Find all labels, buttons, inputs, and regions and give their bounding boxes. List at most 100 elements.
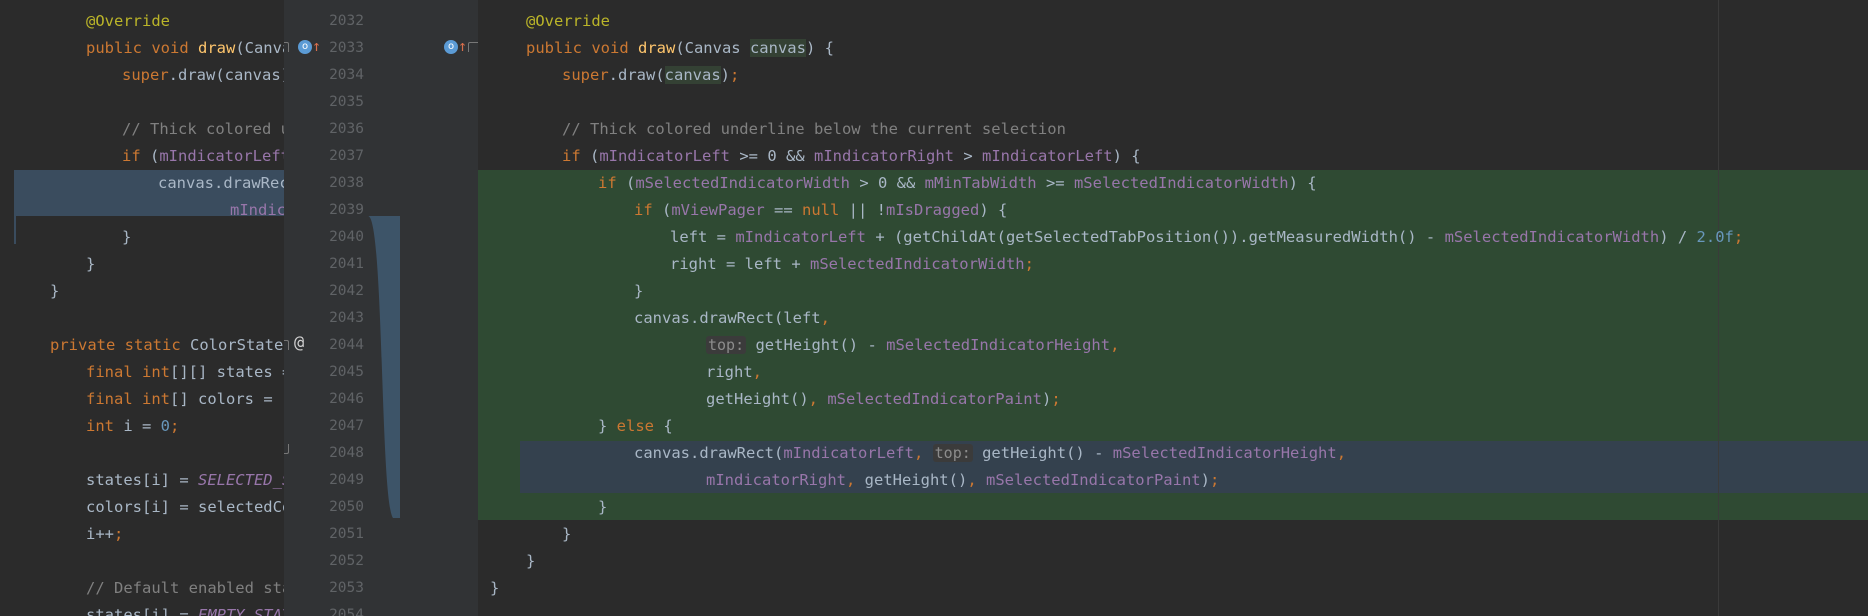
code-line[interactable]: // Thick colored underline below the cur… xyxy=(562,116,1066,143)
code-token: right xyxy=(706,363,753,381)
code-line[interactable]: } xyxy=(526,548,535,575)
code-line[interactable]: } xyxy=(562,521,571,548)
code-line[interactable]: canvas.drawRect( xyxy=(158,170,284,197)
code-token: ( xyxy=(662,201,672,219)
code-line[interactable]: right, xyxy=(706,359,762,386)
code-line[interactable]: if (mIndicatorLeft >= 0 && mIndicatorRig… xyxy=(562,143,1141,170)
code-token: canvas xyxy=(749,39,806,57)
code-token: ) { xyxy=(1112,147,1141,165)
code-line[interactable]: super.draw(canvas); xyxy=(562,62,739,89)
code-line[interactable]: } xyxy=(50,278,59,305)
code-line[interactable]: } xyxy=(598,494,607,521)
code-line[interactable]: int i = 0; xyxy=(86,413,179,440)
line-number: 2042 xyxy=(329,283,364,299)
code-line[interactable]: if (mViewPager == null || !mIsDragged) { xyxy=(634,197,1007,224)
code-token: || ! xyxy=(839,201,886,219)
code-token: mSelectedIndicatorPaint xyxy=(985,471,1201,489)
code-token: mIndicatorLeft xyxy=(599,147,730,165)
code-token: null xyxy=(802,201,840,219)
override-method-icon[interactable]: o xyxy=(444,40,458,54)
code-token: states[i] = xyxy=(86,471,198,489)
implemented-annotation-icon[interactable]: @ xyxy=(294,333,304,353)
code-token: , xyxy=(845,471,865,489)
code-token: EMPTY_STATE_SET xyxy=(197,606,284,616)
code-token: mIndicatorRight xyxy=(230,201,284,219)
code-token: } xyxy=(562,525,572,543)
code-line[interactable]: public void draw(Canvas canvas) { xyxy=(526,35,834,62)
code-token: if xyxy=(562,147,590,165)
code-line[interactable]: colors[i] = selectedColor; xyxy=(86,494,284,521)
code-line[interactable]: getHeight(), mSelectedIndicatorPaint); xyxy=(706,386,1061,413)
code-line[interactable]: public void draw(Canvas canvas) { xyxy=(86,35,284,62)
code-token: , xyxy=(820,309,830,327)
right-editor-pane[interactable]: @Override public void draw(Canvas canvas)… xyxy=(478,0,1868,616)
code-token: canvas xyxy=(664,66,721,84)
code-token: >= 0 && xyxy=(730,147,814,165)
code-token: mSelectedIndicatorHeight xyxy=(1112,444,1337,462)
code-token: SELECTED_STATE_SET xyxy=(197,471,284,489)
code-token: left = xyxy=(670,228,736,246)
code-line[interactable]: } xyxy=(490,575,499,602)
code-line[interactable]: canvas.drawRect(mIndicatorLeft, top: get… xyxy=(634,440,1346,467)
code-line[interactable]: i++; xyxy=(86,521,123,548)
code-token: mSelectedIndicatorHeight xyxy=(886,336,1111,354)
code-token: ; xyxy=(114,525,124,543)
code-line[interactable]: private static ColorStateList createColo… xyxy=(50,332,284,359)
code-line[interactable]: final int[][] states = xyxy=(86,359,284,386)
code-token: ; xyxy=(730,66,740,84)
code-token: (Canvas xyxy=(675,39,750,57)
code-token: else xyxy=(616,417,654,435)
code-token: // Default enabled state xyxy=(86,579,284,597)
code-line[interactable]: } xyxy=(86,251,95,278)
code-line[interactable]: right = left + mSelectedIndicatorWidth; xyxy=(670,251,1034,278)
code-token: mSelectedIndicatorPaint xyxy=(827,390,1042,408)
code-token: , xyxy=(1336,444,1347,462)
code-line[interactable]: super.draw(canvas); xyxy=(122,62,284,89)
code-line[interactable]: canvas.drawRect(left, xyxy=(634,305,830,332)
line-number: 2034 xyxy=(329,67,364,83)
code-line[interactable]: top: getHeight() - mSelectedIndicatorHei… xyxy=(706,332,1119,359)
code-line[interactable]: } xyxy=(122,224,131,251)
left-editor-pane[interactable]: @Override public void draw(Canvas canvas)… xyxy=(0,0,284,616)
code-token: if xyxy=(634,201,662,219)
code-token: ColorStateList createColorStateList() xyxy=(189,336,284,354)
fold-marker-icon[interactable] xyxy=(284,340,289,350)
code-token: right = left + xyxy=(670,255,810,273)
line-number: 2047 xyxy=(329,418,364,434)
code-token: i++ xyxy=(86,525,114,543)
code-line[interactable]: mIndicatorRight xyxy=(230,197,284,224)
code-token: , xyxy=(1110,336,1120,354)
fold-end-marker-icon[interactable] xyxy=(284,444,289,454)
code-token: mSelectedIndicatorWidth xyxy=(809,255,1025,273)
line-number: 2046 xyxy=(329,391,364,407)
code-token: ; xyxy=(1733,228,1744,246)
code-line[interactable]: states[i] = SELECTED_STATE_SET xyxy=(86,467,284,494)
code-line[interactable]: final int[] colors = xyxy=(86,386,282,413)
code-line[interactable]: left = mIndicatorLeft + (getChildAt(getS… xyxy=(670,224,1743,251)
code-line[interactable]: if (mSelectedIndicatorWidth > 0 && mMinT… xyxy=(598,170,1317,197)
code-token: mIndicatorLeft xyxy=(783,444,914,462)
code-line[interactable]: if (mIndicatorLeft >= 0 && ... xyxy=(122,143,284,170)
code-line[interactable]: states[i] = EMPTY_STATE_SET xyxy=(86,602,284,616)
code-token: 2.0f xyxy=(1696,228,1734,246)
code-token: } xyxy=(526,552,536,570)
code-token: getHeight() xyxy=(706,390,809,408)
line-number: 2038 xyxy=(329,175,364,191)
code-token: canvas.drawRect( xyxy=(158,174,284,192)
code-line[interactable]: @Override xyxy=(526,8,610,35)
code-line[interactable]: } xyxy=(634,278,643,305)
fold-marker-icon[interactable] xyxy=(468,42,478,52)
fold-marker-icon[interactable] xyxy=(284,42,289,52)
code-token: final int xyxy=(86,390,170,408)
code-line[interactable]: } else { xyxy=(598,413,673,440)
code-line[interactable]: // Default enabled state xyxy=(86,575,284,602)
override-method-icon[interactable]: o xyxy=(298,40,312,54)
code-token: // Thick colored underline below the cur… xyxy=(562,120,1066,138)
code-line[interactable]: // Thick colored underline below the cur… xyxy=(122,116,284,143)
code-line[interactable]: mIndicatorRight, getHeight(), mSelectedI… xyxy=(706,467,1219,494)
code-token: } xyxy=(86,255,96,273)
code-token: @Override xyxy=(86,12,170,30)
code-line[interactable]: @Override xyxy=(86,8,170,35)
right-margin-guide xyxy=(1718,0,1719,616)
code-token: } xyxy=(50,282,60,300)
